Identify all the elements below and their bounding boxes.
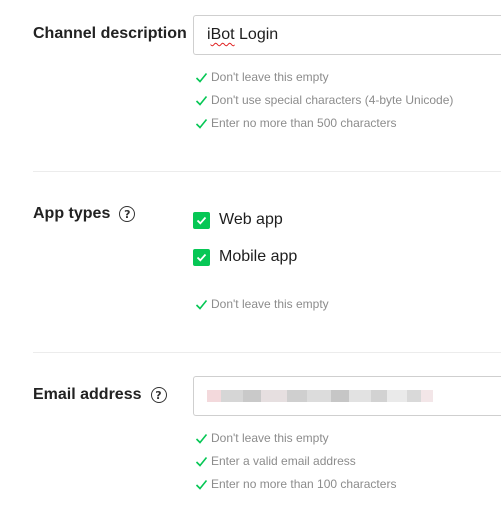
hint-text: Enter no more than 500 characters <box>211 116 397 130</box>
hint-row: Enter a valid email address <box>195 454 356 468</box>
hint-text: Don't leave this empty <box>211 297 329 311</box>
section-divider <box>33 171 501 172</box>
help-icon[interactable]: ? <box>119 206 136 222</box>
check-icon <box>195 456 208 467</box>
hint-text: Don't leave this empty <box>211 70 329 84</box>
section-divider <box>33 352 501 353</box>
hint-row: Enter no more than 500 characters <box>195 116 396 130</box>
hint-row: Don't leave this empty <box>195 70 329 84</box>
check-icon <box>195 433 208 444</box>
app-types-label: App types ? <box>33 205 136 223</box>
check-icon <box>195 72 208 83</box>
channel-description-label: Channel description <box>33 25 187 42</box>
redacted-email-value <box>207 389 433 403</box>
check-icon <box>195 479 208 490</box>
channel-description-value-suffix: Login <box>234 26 279 43</box>
hint-row: Don't leave this empty <box>195 297 329 311</box>
checkbox-web-app[interactable]: Web app <box>193 211 283 229</box>
check-icon <box>195 118 208 129</box>
checkbox-mobile-app[interactable]: Mobile app <box>193 248 297 266</box>
hint-text: Enter a valid email address <box>211 454 356 468</box>
app-types-label-text: App types <box>33 205 111 222</box>
channel-description-value-misspelled: Bot <box>210 26 235 43</box>
checkbox-checked-icon[interactable] <box>193 211 210 229</box>
channel-description-input[interactable]: i Bot Login <box>193 15 501 55</box>
hint-text: Don't use special characters (4-byte Uni… <box>211 93 454 107</box>
email-label: Email address ? <box>33 386 167 404</box>
hint-row: Don't leave this empty <box>195 431 329 445</box>
check-icon <box>195 95 208 106</box>
checkbox-label: Web app <box>219 211 283 228</box>
email-label-text: Email address <box>33 386 142 403</box>
checkbox-label: Mobile app <box>219 248 298 265</box>
hint-text: Don't leave this empty <box>211 431 329 445</box>
email-input[interactable] <box>193 376 501 416</box>
hint-row: Enter no more than 100 characters <box>195 477 396 491</box>
check-icon <box>195 299 208 310</box>
help-icon[interactable]: ? <box>150 387 167 403</box>
hint-text: Enter no more than 100 characters <box>211 477 397 491</box>
checkbox-checked-icon[interactable] <box>193 248 210 266</box>
hint-row: Don't use special characters (4-byte Uni… <box>195 93 453 107</box>
